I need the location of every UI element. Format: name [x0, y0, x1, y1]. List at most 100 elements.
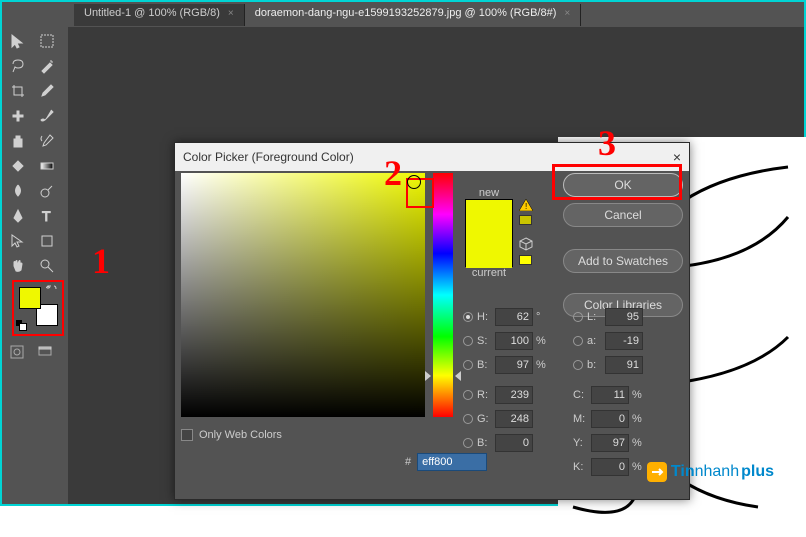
hue-slider[interactable]: [433, 173, 453, 417]
input-s[interactable]: [495, 332, 533, 350]
toolbox-footer: [6, 342, 62, 362]
input-c[interactable]: [591, 386, 629, 404]
input-r[interactable]: [495, 386, 533, 404]
lasso-tool[interactable]: [4, 54, 32, 78]
annotation-3: 3: [598, 122, 616, 164]
unit-deg: °: [536, 311, 550, 323]
radio-s[interactable]: [463, 336, 473, 346]
marquee-tool[interactable]: [33, 29, 61, 53]
cancel-button[interactable]: Cancel: [563, 203, 683, 227]
gamut-warning-icon[interactable]: !: [519, 199, 533, 211]
brush-tool[interactable]: [33, 104, 61, 128]
type-tool[interactable]: T: [33, 204, 61, 228]
lab-cmyk-values: L: a: b: C:% M:% Y:% K:%: [573, 305, 646, 479]
hue-pointer[interactable]: [427, 371, 459, 381]
only-web-checkbox[interactable]: [181, 429, 193, 441]
hex-row: #: [405, 453, 487, 471]
unit-pct: %: [632, 413, 646, 425]
label-m: M:: [573, 413, 591, 425]
label-k: K:: [573, 461, 591, 473]
watermark-text1: Tin: [671, 463, 695, 481]
tab-label: doraemon-dang-ngu-e1599193252879.jpg @ 1…: [255, 7, 557, 19]
move-tool[interactable]: [4, 29, 32, 53]
only-web-colors-row: Only Web Colors: [181, 429, 282, 441]
foreground-color-swatch[interactable]: [19, 287, 41, 309]
input-m[interactable]: [591, 410, 629, 428]
radio-bc[interactable]: [463, 438, 473, 448]
websafe-color-chip[interactable]: [519, 255, 532, 265]
screenmode-icon[interactable]: [34, 342, 56, 362]
input-k[interactable]: [591, 458, 629, 476]
radio-a[interactable]: [573, 336, 583, 346]
current-label: current: [465, 267, 513, 279]
color-field[interactable]: [181, 173, 425, 417]
eyedropper-tool[interactable]: [33, 79, 61, 103]
current-color[interactable]: [466, 234, 512, 268]
eraser-tool[interactable]: [4, 154, 32, 178]
svg-text:!: !: [525, 202, 527, 211]
radio-h[interactable]: [463, 312, 473, 322]
radio-bl[interactable]: [573, 360, 583, 370]
default-colors-icon[interactable]: [16, 320, 28, 332]
close-icon[interactable]: ×: [564, 8, 570, 19]
radio-g[interactable]: [463, 414, 473, 424]
tab-label: Untitled-1 @ 100% (RGB/8): [84, 7, 220, 19]
crop-tool[interactable]: [4, 79, 32, 103]
input-bl[interactable]: [605, 356, 643, 374]
annotation-box-3: [552, 164, 682, 200]
tab-untitled[interactable]: Untitled-1 @ 100% (RGB/8) ×: [74, 4, 245, 26]
clone-tool[interactable]: [4, 129, 32, 153]
annotation-1: 1: [92, 240, 110, 282]
color-warnings: !: [519, 199, 533, 265]
unit-pct: %: [632, 461, 646, 473]
websafe-warning-icon[interactable]: [519, 237, 533, 251]
watermark-text2: nhanh: [695, 463, 740, 481]
unit-pct: %: [632, 437, 646, 449]
foreground-background-swatch[interactable]: [12, 280, 64, 336]
swap-colors-icon[interactable]: [46, 284, 58, 296]
input-bc[interactable]: [495, 434, 533, 452]
label-b: B:: [477, 359, 495, 371]
radio-b[interactable]: [463, 360, 473, 370]
gamut-color-chip[interactable]: [519, 215, 532, 225]
wand-tool[interactable]: [33, 54, 61, 78]
only-web-label: Only Web Colors: [199, 429, 282, 441]
label-y: Y:: [573, 437, 591, 449]
shape-tool[interactable]: [33, 229, 61, 253]
input-l[interactable]: [605, 308, 643, 326]
toolbox: T •••: [2, 27, 66, 291]
color-picker-cursor[interactable]: [407, 175, 421, 189]
radio-l[interactable]: [573, 312, 583, 322]
label-a: a:: [587, 335, 605, 347]
blur-tool[interactable]: [4, 179, 32, 203]
radio-r[interactable]: [463, 390, 473, 400]
hex-hash: #: [405, 456, 411, 468]
dialog-title: Color Picker (Foreground Color): [183, 150, 354, 164]
input-y[interactable]: [591, 434, 629, 452]
svg-text:T: T: [42, 208, 51, 224]
path-select-tool[interactable]: [4, 229, 32, 253]
close-icon[interactable]: ×: [673, 149, 681, 165]
add-to-swatches-button[interactable]: Add to Swatches: [563, 249, 683, 273]
quickmask-icon[interactable]: [6, 342, 28, 362]
label-h: H:: [477, 311, 495, 323]
close-icon[interactable]: ×: [228, 8, 234, 19]
watermark-icon: [647, 462, 667, 482]
tab-doraemon[interactable]: doraemon-dang-ngu-e1599193252879.jpg @ 1…: [245, 4, 582, 26]
label-bl: b:: [587, 359, 605, 371]
gradient-tool[interactable]: [33, 154, 61, 178]
input-a[interactable]: [605, 332, 643, 350]
pen-tool[interactable]: [4, 204, 32, 228]
watermark-text3: plus: [741, 463, 774, 481]
label-r: R:: [477, 389, 495, 401]
history-brush-tool[interactable]: [33, 129, 61, 153]
label-s: S:: [477, 335, 495, 347]
document-tabs: Untitled-1 @ 100% (RGB/8) × doraemon-dang…: [74, 4, 581, 26]
healing-tool[interactable]: [4, 104, 32, 128]
input-g[interactable]: [495, 410, 533, 428]
hex-input[interactable]: [417, 453, 487, 471]
unit-pct: %: [536, 335, 550, 347]
input-h[interactable]: [495, 308, 533, 326]
input-b[interactable]: [495, 356, 533, 374]
dodge-tool[interactable]: [33, 179, 61, 203]
